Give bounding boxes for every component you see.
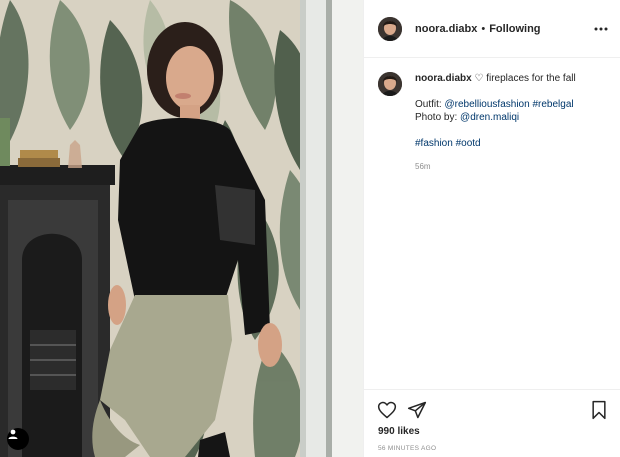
header-avatar[interactable]	[378, 16, 402, 41]
bookmark-icon[interactable]	[589, 400, 609, 420]
paper-plane-icon[interactable]	[407, 400, 427, 420]
photo-credit-mention-link[interactable]: @dren.maliqi	[460, 112, 519, 123]
caption-timestamp: 56m	[415, 162, 431, 171]
post-actions: 990 likes 56 MINUTES AGO	[364, 389, 620, 457]
hashtag-ootd-link[interactable]: #ootd	[456, 138, 481, 149]
more-horizontal-icon[interactable]	[594, 22, 608, 36]
outfit-hashtag-link[interactable]: #rebelgal	[532, 99, 573, 110]
caption-username[interactable]: noora.diabx	[415, 73, 472, 84]
post-details-panel: noora.diabx • Following noora.diabx ♡ fi…	[363, 0, 620, 457]
photo-credit-line: Photo by: @dren.maliqi	[415, 111, 576, 124]
caption-text: fireplaces for the fall	[486, 73, 576, 84]
caption-heart: ♡	[474, 73, 484, 84]
following-button[interactable]: Following	[489, 23, 540, 35]
post-photo[interactable]	[0, 0, 363, 457]
hashtag-fashion-link[interactable]: #fashion	[415, 138, 453, 149]
user-tag-button[interactable]	[7, 428, 29, 450]
header-separator: •	[481, 22, 486, 35]
caption-avatar[interactable]	[378, 72, 402, 96]
outfit-mention-link[interactable]: @rebelliousfashion	[444, 99, 529, 110]
caption-body: noora.diabx ♡ fireplaces for the fall Ou…	[415, 72, 576, 173]
post-header: noora.diabx • Following	[364, 0, 620, 58]
photo-credit-label: Photo by:	[415, 112, 458, 123]
post-caption: noora.diabx ♡ fireplaces for the fall Ou…	[378, 72, 608, 173]
avatar-image	[378, 16, 402, 41]
outfit-label: Outfit:	[415, 99, 442, 110]
likes-count[interactable]: 990 likes	[378, 426, 420, 437]
user-tag-icon	[8, 429, 18, 439]
heart-icon[interactable]	[377, 400, 397, 420]
post-photo-illustration	[0, 0, 363, 457]
avatar-image	[378, 72, 402, 96]
header-username[interactable]: noora.diabx	[415, 23, 477, 35]
caption-first-line: noora.diabx ♡ fireplaces for the fall	[415, 72, 576, 85]
post-viewer: noora.diabx • Following noora.diabx ♡ fi…	[0, 0, 620, 457]
posted-timestamp: 56 MINUTES AGO	[378, 445, 437, 452]
outfit-line: Outfit: @rebelliousfashion #rebelgal	[415, 98, 576, 111]
hashtags-line: #fashion #ootd	[415, 137, 576, 150]
